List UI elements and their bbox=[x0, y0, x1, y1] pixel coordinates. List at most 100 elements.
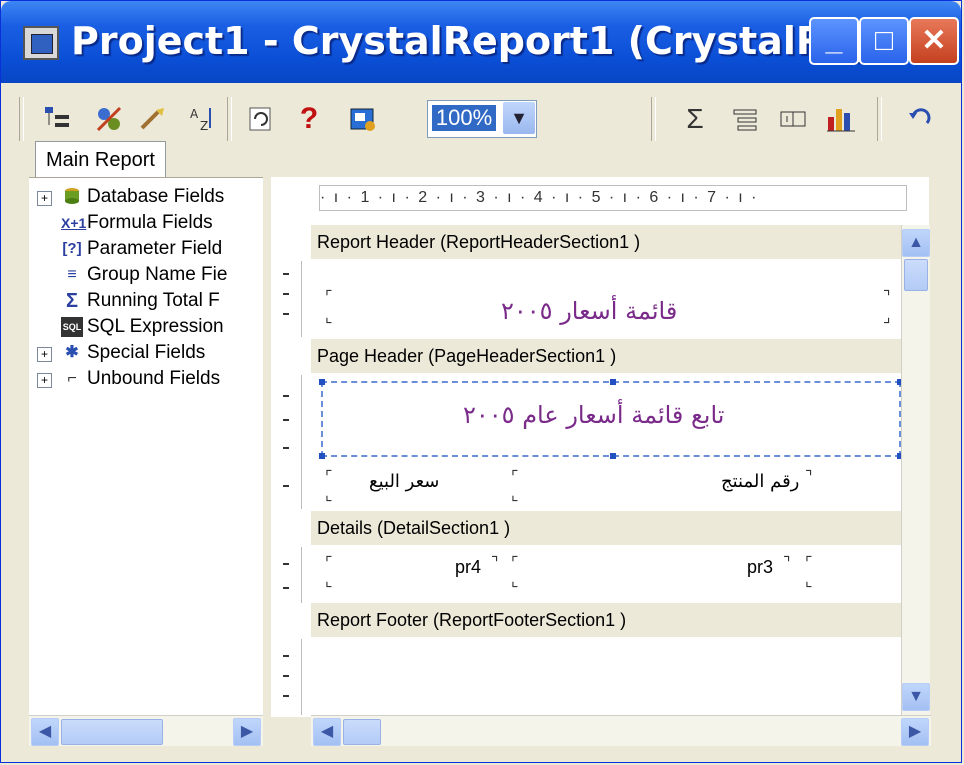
field-bracket: ⌞ bbox=[325, 309, 333, 326]
vertical-ruler bbox=[271, 639, 302, 715]
close-button[interactable]: ✕ bbox=[909, 17, 959, 65]
tree-item-parameter-fields[interactable]: [?] Parameter Field bbox=[61, 236, 222, 262]
group-name-icon: ≡ bbox=[67, 265, 77, 283]
field-bracket: ⌟ bbox=[883, 309, 891, 326]
scroll-down-icon[interactable]: ▼ bbox=[902, 683, 930, 711]
close-icon: ✕ bbox=[921, 24, 947, 57]
tree-item-formula-fields[interactable]: X+1Formula Fields bbox=[61, 210, 213, 236]
left-horizontal-scrollbar[interactable]: ◀ ▶ bbox=[29, 715, 263, 746]
sort-icon[interactable]: AZ bbox=[179, 97, 223, 141]
section-details[interactable]: Details (DetailSection1 ) bbox=[311, 511, 905, 545]
minimize-button[interactable]: _ bbox=[809, 17, 859, 65]
minimize-icon: _ bbox=[825, 24, 843, 57]
expand-unbound-fields[interactable]: + bbox=[37, 373, 52, 388]
parameter-icon: [?] bbox=[62, 239, 82, 257]
summary-icon[interactable]: Σ bbox=[673, 97, 717, 141]
details-field-pr4[interactable]: pr4 bbox=[455, 557, 481, 578]
tree-item-group-name-fields[interactable]: ≡ Group Name Fie bbox=[61, 262, 227, 288]
column-header-product-number[interactable]: رقم المنتج bbox=[721, 471, 799, 492]
tree-item-label: Parameter Field bbox=[87, 238, 223, 259]
expand-database-fields[interactable]: + bbox=[37, 191, 52, 206]
field-bracket: ⌝ bbox=[805, 469, 813, 486]
vertical-ruler bbox=[271, 261, 302, 337]
scroll-thumb[interactable] bbox=[343, 719, 381, 745]
report-title-text[interactable]: قائمة أسعار ٢٠٠٥ bbox=[501, 297, 677, 325]
tree-item-sql-expression[interactable]: SQL SQL Expression bbox=[61, 314, 224, 340]
section-report-header[interactable]: Report Header (ReportHeaderSection1 ) bbox=[311, 225, 905, 259]
tree-item-special-fields[interactable]: ✱ Special Fields bbox=[61, 340, 205, 366]
toolbar-separator bbox=[877, 97, 882, 141]
scroll-right-icon[interactable]: ▶ bbox=[901, 718, 929, 746]
field-bracket: ⌞ bbox=[511, 487, 519, 504]
tree-item-running-total-fields[interactable]: Σ Running Total F bbox=[61, 288, 220, 314]
field-bracket: ⌜ bbox=[325, 289, 333, 306]
scroll-left-icon[interactable]: ◀ bbox=[313, 718, 341, 746]
horizontal-ruler: · ı · 1 · ı · 2 · ı · 3 · ı · 4 · ı · 5 … bbox=[319, 185, 907, 211]
svg-text:A: A bbox=[190, 107, 199, 121]
crystal-report-window: Project1 - CrystalReport1 (CrystalReport… bbox=[0, 0, 962, 763]
field-bracket: ⌞ bbox=[325, 573, 333, 590]
sql-icon: SQL bbox=[61, 316, 83, 337]
tree-item-label: Running Total F bbox=[87, 290, 220, 311]
details-field-pr3[interactable]: pr3 bbox=[747, 557, 773, 578]
toolbar-separator bbox=[651, 97, 656, 141]
group-icon[interactable] bbox=[723, 97, 767, 141]
scroll-thumb[interactable] bbox=[904, 259, 928, 291]
scroll-up-icon[interactable]: ▲ bbox=[902, 229, 930, 257]
properties-icon[interactable] bbox=[341, 97, 385, 141]
selected-text-object[interactable]: تابع قائمة أسعار عام ٢٠٠٥ bbox=[319, 379, 903, 459]
page-header-body: تابع قائمة أسعار عام ٢٠٠٥ ⌜ ⌞ سعر البيع … bbox=[311, 375, 905, 509]
field-explorer: + Database Fields X+1Formula Fields [?] P… bbox=[29, 177, 263, 718]
zoom-select[interactable]: 100% ▼ bbox=[427, 100, 537, 138]
field-bracket: ⌞ bbox=[805, 573, 813, 590]
undo-icon[interactable] bbox=[897, 97, 941, 141]
title-bar[interactable]: Project1 - CrystalReport1 (CrystalReport… bbox=[1, 1, 961, 83]
unbound-fields-icon: ⌐ bbox=[67, 369, 77, 387]
field-bracket: ⌝ bbox=[883, 289, 891, 306]
help-icon[interactable]: ? bbox=[287, 97, 331, 141]
tree-item-label: Unbound Fields bbox=[87, 368, 221, 389]
tree-item-unbound-fields[interactable]: ⌐ Unbound Fields bbox=[61, 366, 220, 392]
zoom-value: 100% bbox=[432, 105, 496, 131]
tree-item-label: Special Fields bbox=[87, 342, 206, 363]
database-icon bbox=[61, 187, 83, 207]
scroll-thumb[interactable] bbox=[61, 719, 163, 745]
field-bracket: ⌝ bbox=[783, 555, 791, 572]
section-report-footer[interactable]: Report Footer (ReportFooterSection1 ) bbox=[311, 603, 905, 637]
scroll-left-icon[interactable]: ◀ bbox=[31, 718, 59, 746]
field-bracket: ⌜ bbox=[511, 469, 519, 486]
report-expert-icon[interactable] bbox=[131, 97, 175, 141]
tree-item-database-fields[interactable]: Database Fields bbox=[61, 184, 224, 210]
tab-main-report[interactable]: Main Report bbox=[35, 141, 166, 178]
field-bracket: ⌜ bbox=[325, 469, 333, 486]
report-design-area: · ı · 1 · ı · 2 · ı · 3 · ı · 4 · ı · 5 … bbox=[271, 177, 930, 717]
field-bracket: ⌝ bbox=[491, 555, 499, 572]
special-fields-icon: ✱ bbox=[65, 343, 79, 361]
maximize-button[interactable]: □ bbox=[859, 17, 909, 65]
page-title-text: تابع قائمة أسعار عام ٢٠٠٥ bbox=[463, 401, 725, 429]
vertical-scrollbar[interactable]: ▲ ▼ bbox=[901, 225, 930, 715]
scroll-right-icon[interactable]: ▶ bbox=[233, 718, 261, 746]
field-bracket: ⌜ bbox=[325, 555, 333, 572]
insert-icon[interactable] bbox=[771, 97, 815, 141]
maximize-icon: □ bbox=[874, 24, 894, 57]
field-bracket: ⌜ bbox=[805, 555, 813, 572]
toggle-tree-icon[interactable] bbox=[35, 97, 79, 141]
app-icon[interactable] bbox=[23, 26, 59, 60]
right-horizontal-scrollbar[interactable]: ◀ ▶ bbox=[311, 715, 931, 746]
section-page-header[interactable]: Page Header (PageHeaderSection1 ) bbox=[311, 339, 905, 373]
chart-icon[interactable] bbox=[819, 97, 863, 141]
column-header-sale-price[interactable]: سعر البيع bbox=[369, 471, 439, 492]
chevron-down-icon[interactable]: ▼ bbox=[503, 102, 535, 134]
tree-item-label: Database Fields bbox=[87, 186, 225, 207]
field-explorer-icon[interactable] bbox=[87, 97, 131, 141]
refresh-icon[interactable] bbox=[239, 97, 283, 141]
field-bracket: ⌜ bbox=[511, 555, 519, 572]
vertical-ruler bbox=[271, 375, 302, 509]
tree-item-label: Group Name Fie bbox=[87, 264, 228, 285]
expand-special-fields[interactable]: + bbox=[37, 347, 52, 362]
vertical-ruler bbox=[271, 547, 302, 603]
toolbar-separator bbox=[227, 97, 232, 141]
field-bracket: ⌞ bbox=[325, 487, 333, 504]
field-bracket: ⌞ bbox=[511, 573, 519, 590]
